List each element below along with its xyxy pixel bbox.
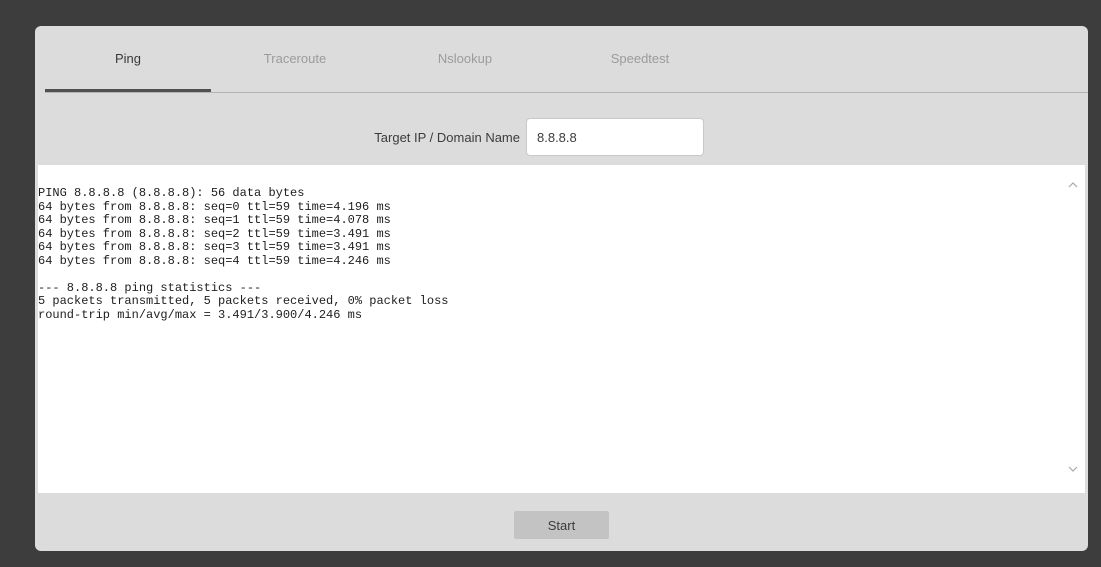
ping-output-text: PING 8.8.8.8 (8.8.8.8): 56 data bytes 64…: [38, 186, 449, 322]
active-tab-indicator: [45, 89, 211, 92]
tab-speedtest[interactable]: Speedtest: [585, 48, 695, 70]
ping-output[interactable]: PING 8.8.8.8 (8.8.8.8): 56 data bytes 64…: [38, 165, 1085, 493]
tab-nslookup[interactable]: Nslookup: [415, 48, 515, 70]
tab-traceroute[interactable]: Traceroute: [235, 48, 355, 70]
network-tools-panel: Ping Traceroute Nslookup Speedtest Targe…: [35, 26, 1088, 551]
scroll-down-icon[interactable]: [1067, 465, 1079, 477]
start-button[interactable]: Start: [514, 511, 609, 539]
target-label: Target IP / Domain Name: [374, 130, 520, 145]
target-row: Target IP / Domain Name: [35, 118, 1088, 158]
target-input[interactable]: [526, 118, 704, 156]
tab-ping[interactable]: Ping: [45, 48, 211, 70]
scroll-up-icon[interactable]: [1067, 181, 1079, 193]
tab-bar: Ping Traceroute Nslookup Speedtest: [45, 26, 1088, 93]
